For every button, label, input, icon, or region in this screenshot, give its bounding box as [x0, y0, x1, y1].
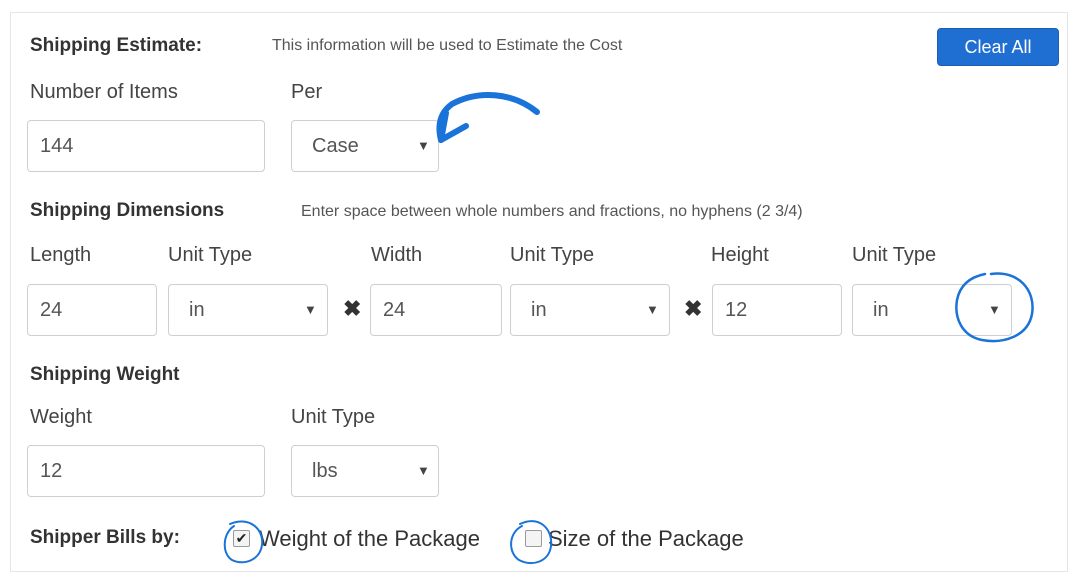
- per-label: Per: [291, 81, 323, 103]
- weight-unit-value: lbs: [312, 459, 338, 482]
- shipping-dimensions-title: Shipping Dimensions: [30, 200, 225, 221]
- length-unit-value: in: [189, 298, 205, 321]
- height-input[interactable]: 12: [712, 284, 842, 336]
- caret-down-icon: ▼: [304, 302, 317, 317]
- caret-down-icon: ▼: [988, 302, 1001, 317]
- shipping-dimensions-hint: Enter space between whole numbers and fr…: [301, 203, 803, 220]
- width-value: 24: [383, 298, 406, 321]
- height-unit-label: Unit Type: [852, 244, 937, 266]
- number-of-items-value: 144: [40, 134, 74, 157]
- width-input[interactable]: 24: [370, 284, 502, 336]
- weight-label: Weight: [30, 406, 92, 428]
- weight-unit-label: Unit Type: [291, 406, 376, 428]
- height-value: 12: [725, 298, 748, 321]
- size-of-package-checkbox[interactable]: [525, 530, 542, 547]
- times-icon: ✖: [684, 296, 703, 321]
- caret-down-icon: ▼: [417, 138, 430, 153]
- length-unit-label: Unit Type: [168, 244, 253, 266]
- clear-all-button[interactable]: Clear All: [937, 28, 1059, 66]
- size-of-package-label[interactable]: Size of the Package: [548, 526, 744, 552]
- width-unit-label: Unit Type: [510, 244, 595, 266]
- width-label: Width: [371, 244, 423, 266]
- length-value: 24: [40, 298, 63, 321]
- shipping-estimate-title: Shipping Estimate:: [30, 35, 203, 56]
- number-of-items-label: Number of Items: [30, 81, 178, 103]
- times-icon: ✖: [343, 296, 362, 321]
- shipper-bills-by-title: Shipper Bills by:: [30, 527, 180, 548]
- height-unit-value: in: [873, 298, 889, 321]
- weight-of-package-label[interactable]: Weight of the Package: [259, 526, 480, 552]
- caret-down-icon: ▼: [417, 463, 430, 478]
- shipping-weight-title: Shipping Weight: [30, 364, 180, 385]
- caret-down-icon: ▼: [646, 302, 659, 317]
- shipping-estimate-hint: This information will be used to Estimat…: [272, 37, 623, 54]
- height-label: Height: [711, 244, 769, 266]
- length-input[interactable]: 24: [27, 284, 157, 336]
- per-select-value: Case: [312, 134, 359, 157]
- weight-input[interactable]: 12: [27, 445, 265, 497]
- width-unit-value: in: [531, 298, 547, 321]
- weight-value: 12: [40, 459, 63, 482]
- check-icon: ✔: [235, 530, 248, 546]
- weight-of-package-checkbox[interactable]: ✔: [233, 530, 250, 547]
- length-label: Length: [30, 244, 92, 266]
- number-of-items-input[interactable]: 144: [27, 120, 265, 172]
